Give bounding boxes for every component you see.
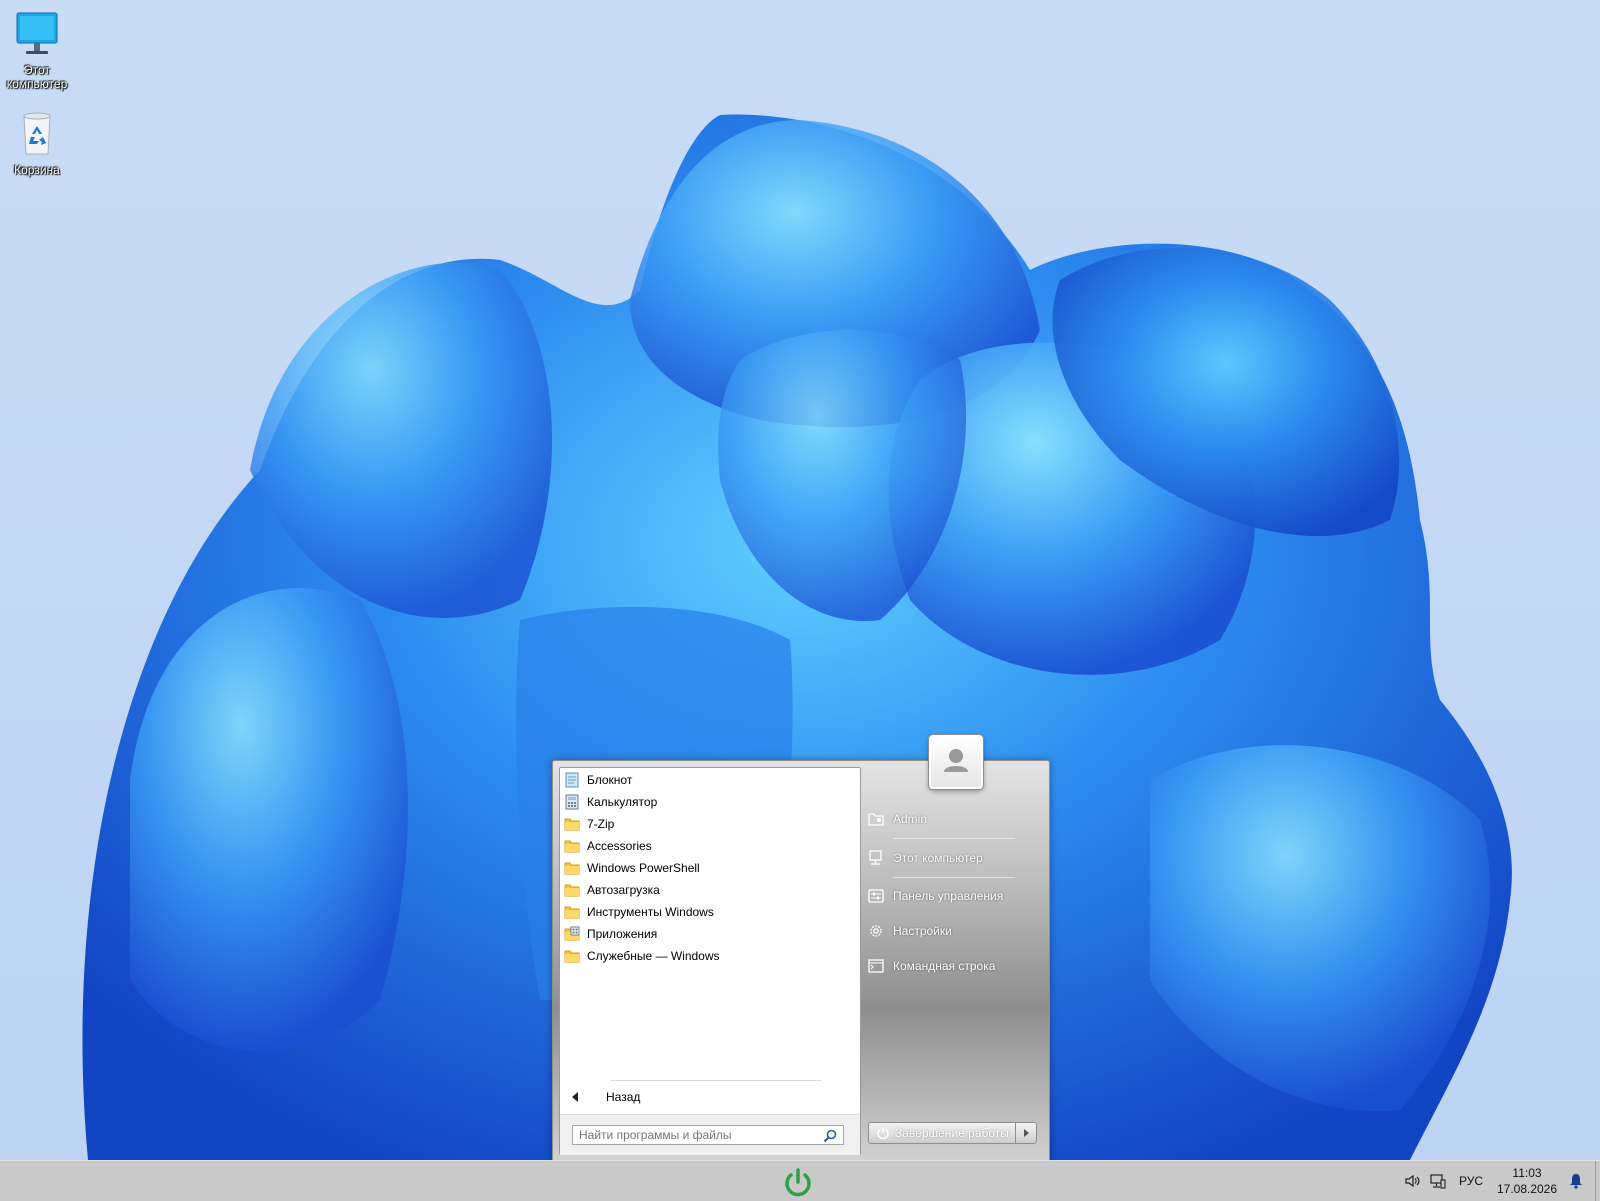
- back-button-label: Назад: [606, 1090, 641, 1104]
- folder-icon: [564, 906, 580, 919]
- program-item-powershell[interactable]: Windows PowerShell: [564, 857, 854, 879]
- folder-icon: [564, 818, 580, 831]
- input-language-indicator[interactable]: РУС: [1459, 1174, 1483, 1188]
- recycle-bin-icon: [23, 112, 51, 155]
- program-item-startup[interactable]: Автозагрузка: [564, 879, 854, 901]
- back-button[interactable]: Назад: [568, 1086, 808, 1108]
- show-desktop-button[interactable]: [1595, 1161, 1600, 1201]
- search-area: [560, 1114, 860, 1155]
- chevron-right-icon: [1024, 1129, 1029, 1137]
- right-item-control-panel[interactable]: Панель управления: [867, 882, 1037, 910]
- command-prompt-icon: [868, 959, 884, 973]
- desktop-icon-this-pc[interactable]: Этот компьютер: [0, 10, 74, 91]
- notepad-icon: [565, 772, 579, 788]
- program-item-apps[interactable]: Приложения: [564, 923, 854, 945]
- monitor-icon: [16, 12, 58, 54]
- search-input[interactable]: [572, 1125, 844, 1145]
- clock-time: 11:03: [1512, 1166, 1542, 1180]
- right-item-label: Командная строка: [893, 959, 996, 973]
- program-item-7zip[interactable]: 7-Zip: [564, 813, 854, 835]
- right-item-label: Этот компьютер: [893, 851, 983, 865]
- power-icon: [877, 1127, 889, 1140]
- programs-pane: Блокнот Калькулятор 7-Zip Accessories Wi…: [559, 767, 861, 1155]
- right-item-command-prompt[interactable]: Командная строка: [867, 952, 1037, 980]
- program-item-label: Калькулятор: [587, 795, 658, 809]
- folder-icon: [564, 950, 580, 963]
- right-item-label: Admin: [893, 812, 928, 826]
- right-item-admin[interactable]: Admin: [867, 805, 1037, 833]
- program-item-label: Accessories: [587, 839, 652, 853]
- program-item-label: Инструменты Windows: [587, 905, 714, 919]
- desktop-icon-label: Этот компьютер: [6, 63, 68, 91]
- desktop-icon-recycle-bin[interactable]: Корзина: [0, 110, 74, 177]
- user-folder-icon: [868, 813, 884, 826]
- right-item-label: Настройки: [893, 924, 952, 938]
- folder-icon: [564, 862, 580, 875]
- clock-date: 17.08.2026: [1496, 1182, 1558, 1196]
- gear-icon: [870, 925, 882, 937]
- program-item-label: Приложения: [587, 927, 658, 941]
- system-tray: РУС 11:03 17.08.2026: [1403, 1161, 1600, 1201]
- divider: [610, 1080, 822, 1081]
- volume-icon[interactable]: [1403, 1172, 1421, 1190]
- program-item-calculator[interactable]: Калькулятор: [564, 791, 854, 813]
- taskbar: РУС 11:03 17.08.2026: [0, 1160, 1600, 1201]
- program-item-label: Автозагрузка: [587, 883, 660, 897]
- program-item-label: Windows PowerShell: [587, 861, 700, 875]
- start-button[interactable]: [780, 1165, 816, 1201]
- control-panel-icon: [868, 889, 884, 903]
- shutdown-button[interactable]: Завершение работы: [868, 1122, 1016, 1144]
- back-arrow-icon: [572, 1092, 578, 1102]
- folder-icon: [564, 840, 580, 853]
- program-item-label: 7-Zip: [587, 817, 615, 831]
- desktop-icon-label: Корзина: [14, 163, 60, 177]
- program-item-system-tools[interactable]: Служебные — Windows: [564, 945, 854, 967]
- computer-icon: [869, 850, 882, 865]
- start-menu: Блокнот Калькулятор 7-Zip Accessories Wi…: [552, 735, 1050, 1162]
- avatar[interactable]: [929, 735, 983, 789]
- apps-folder-icon: [564, 926, 580, 941]
- right-item-label: Панель управления: [893, 889, 1004, 903]
- shutdown-label: Завершение работы: [895, 1126, 1009, 1140]
- divider: [893, 838, 1015, 839]
- right-item-this-pc[interactable]: Этот компьютер: [867, 844, 1037, 872]
- clock[interactable]: 11:03 17.08.2026: [1495, 1165, 1559, 1197]
- program-item-label: Служебные — Windows: [587, 949, 720, 963]
- search-icon[interactable]: [822, 1128, 838, 1144]
- program-item-label: Блокнот: [587, 773, 633, 787]
- right-item-settings[interactable]: Настройки: [867, 917, 1037, 945]
- program-item-notepad[interactable]: Блокнот: [564, 769, 854, 791]
- program-item-accessories[interactable]: Accessories: [564, 835, 854, 857]
- notification-bell-icon[interactable]: [1567, 1172, 1585, 1190]
- network-icon[interactable]: [1429, 1172, 1447, 1190]
- divider: [893, 877, 1015, 878]
- calculator-icon: [565, 794, 579, 810]
- folder-icon: [564, 884, 580, 897]
- program-item-windows-tools[interactable]: Инструменты Windows: [564, 901, 854, 923]
- shutdown-options-button[interactable]: [1015, 1122, 1037, 1144]
